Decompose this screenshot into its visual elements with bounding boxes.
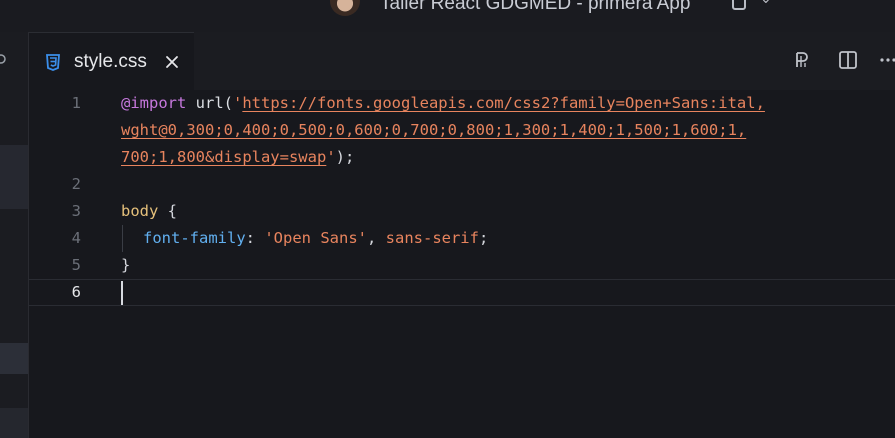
title-bar: Taller React GDGMED - primera App ⌄ — [0, 0, 895, 32]
code-line-2[interactable]: 2 — [29, 171, 895, 198]
activity-bar — [0, 32, 29, 438]
code-line-6[interactable]: 6 — [29, 279, 895, 306]
more-actions-icon[interactable] — [878, 50, 895, 70]
code-text: 700;1,800&display=swap'); — [121, 148, 355, 166]
window-title: Taller React GDGMED - primera App — [380, 0, 691, 14]
code-line-1-wrap[interactable]: 700;1,800&display=swap'); — [29, 144, 895, 171]
code-line-3[interactable]: 3 body { — [29, 198, 895, 225]
code-text: } — [121, 256, 131, 274]
css-file-icon — [46, 54, 60, 71]
sidebar-item[interactable] — [0, 408, 28, 438]
code-text: font-family: 'Open Sans', sans-serif; — [143, 229, 489, 247]
preview-icon[interactable] — [792, 50, 812, 70]
code-line-4[interactable]: 4 font-family: 'Open Sans', sans-serif; — [29, 225, 895, 252]
code-text: @import url('https://fonts.googleapis.co… — [121, 94, 765, 112]
chevron-down-icon[interactable]: ⌄ — [760, 0, 772, 7]
line-number: 3 — [71, 202, 81, 220]
code-text: body { — [121, 202, 177, 220]
close-icon[interactable] — [165, 55, 179, 69]
line-number: 5 — [71, 256, 81, 274]
code-line-1-wrap[interactable]: wght@0,300;0,400;0,500;0,600;0,700;0,800… — [29, 117, 895, 144]
line-number-active: 6 — [71, 283, 81, 301]
import-url-link: https://fonts.googleapis.com/css2?family… — [242, 94, 765, 112]
sidebar-item[interactable] — [0, 145, 28, 209]
avatar[interactable] — [330, 0, 360, 16]
code-editor[interactable]: 1 @import url('https://fonts.googleapis.… — [29, 90, 895, 438]
tab-label: style.css — [74, 51, 147, 72]
line-number: 1 — [71, 94, 81, 112]
lock-icon[interactable] — [732, 0, 746, 10]
sidebar-item-selected[interactable] — [0, 343, 28, 374]
text-cursor — [121, 281, 123, 305]
line-number: 4 — [71, 229, 81, 247]
code-line-5[interactable]: 5 } — [29, 252, 895, 279]
source-control-icon[interactable] — [0, 52, 8, 66]
code-text: wght@0,300;0,400;0,500;0,600;0,700;0,800… — [121, 121, 747, 139]
code-line-1[interactable]: 1 @import url('https://fonts.googleapis.… — [29, 90, 895, 117]
tab-bar: style.css — [29, 32, 895, 90]
line-number: 2 — [71, 175, 81, 193]
split-editor-icon[interactable] — [838, 50, 858, 70]
tab-style-css[interactable]: style.css — [29, 32, 194, 90]
